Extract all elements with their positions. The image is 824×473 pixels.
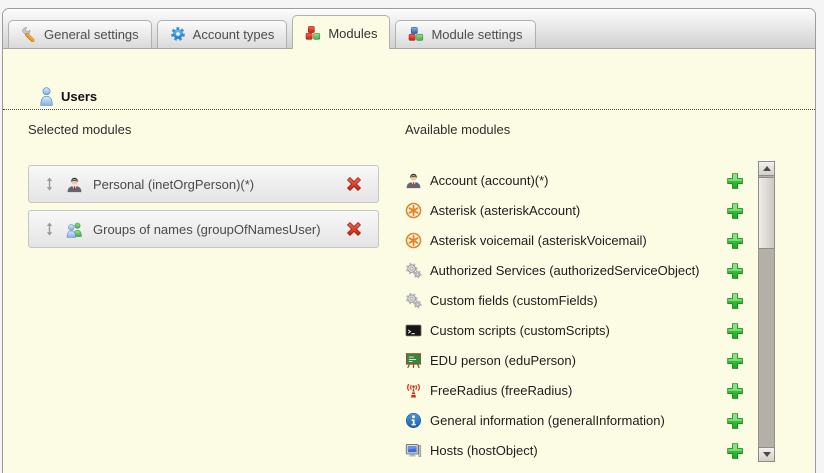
available-module-label: Authorized Services (authorizedServiceOb… [430, 263, 700, 278]
remove-module-button[interactable] [345, 220, 363, 238]
add-module-button[interactable] [725, 201, 744, 220]
add-plus-icon [725, 231, 744, 250]
available-module-row[interactable]: Asterisk (asteriskAccount) [405, 195, 757, 225]
available-module-label: FreeRadius (freeRadius) [430, 383, 572, 398]
asterisk-icon [405, 232, 422, 249]
add-module-button[interactable] [725, 171, 744, 190]
asterisk-icon [405, 202, 422, 219]
triangle-up-icon [763, 166, 771, 171]
add-module-button[interactable] [725, 261, 744, 280]
modules-icon [305, 25, 321, 41]
available-module-row[interactable]: FreeRadius (freeRadius) [405, 375, 757, 405]
add-module-button[interactable] [725, 381, 744, 400]
available-module-row[interactable]: Asterisk voicemail (asteriskVoicemail) [405, 225, 757, 255]
tab-label: Modules [328, 26, 377, 41]
scroll-up-button[interactable] [758, 161, 775, 176]
scrollbar-track[interactable] [758, 176, 775, 447]
available-module-label: Asterisk (asteriskAccount) [430, 203, 580, 218]
terminal-icon [405, 322, 422, 339]
available-list-scrollbar[interactable] [758, 161, 775, 462]
available-module-label: EDU person (eduPerson) [430, 353, 576, 368]
gear-icon [170, 26, 186, 42]
available-module-row[interactable]: Custom scripts (customScripts) [405, 315, 757, 345]
selected-module-row[interactable]: Groups of names (groupOfNamesUser) [28, 210, 379, 248]
wrench-icon [21, 26, 37, 42]
tab-label: Account types [193, 27, 275, 42]
add-module-button[interactable] [725, 441, 744, 460]
add-plus-icon [725, 381, 744, 400]
tab-label: General settings [44, 27, 139, 42]
add-plus-icon [725, 351, 744, 370]
available-module-row[interactable]: General information (generalInformation) [405, 405, 757, 435]
available-module-label: General information (generalInformation) [430, 413, 665, 428]
host-icon [405, 442, 422, 459]
available-modules-label: Available modules [405, 122, 510, 137]
radio-icon [405, 382, 422, 399]
add-plus-icon [725, 201, 744, 220]
blackboard-icon [405, 352, 422, 369]
remove-module-button[interactable] [345, 175, 363, 193]
section-title: Users [61, 89, 97, 104]
group-icon [66, 221, 83, 238]
drag-arrows-icon[interactable] [45, 177, 54, 191]
scrollbar-thumb[interactable] [758, 177, 775, 249]
add-plus-icon [725, 441, 744, 460]
configuration-panel: General settings Account types Modules M… [2, 8, 816, 473]
add-plus-icon [725, 261, 744, 280]
tab-account-types[interactable]: Account types [157, 20, 288, 48]
tab-label: Module settings [431, 27, 522, 42]
add-module-button[interactable] [725, 351, 744, 370]
available-module-row[interactable]: Hosts (hostObject) [405, 435, 757, 465]
info-icon [405, 412, 422, 429]
users-section-heading: Users [3, 86, 815, 110]
add-plus-icon [725, 291, 744, 310]
user-icon [39, 87, 54, 106]
triangle-down-icon [763, 452, 771, 457]
selected-modules-label: Selected modules [28, 122, 131, 137]
remove-x-icon [345, 175, 363, 193]
tab-modules[interactable]: Modules [292, 15, 390, 49]
available-module-label: Asterisk voicemail (asteriskVoicemail) [430, 233, 647, 248]
remove-x-icon [345, 220, 363, 238]
available-module-row[interactable]: Custom fields (customFields) [405, 285, 757, 315]
selected-module-label: Groups of names (groupOfNamesUser) [93, 222, 321, 237]
module-settings-icon [408, 26, 424, 42]
scroll-down-button[interactable] [758, 447, 775, 462]
tab-bar: General settings Account types Modules M… [3, 9, 815, 49]
available-module-row[interactable]: Authorized Services (authorizedServiceOb… [405, 255, 757, 285]
add-plus-icon [725, 411, 744, 430]
person-icon [66, 176, 83, 193]
add-module-button[interactable] [725, 321, 744, 340]
available-module-label: Custom fields (customFields) [430, 293, 598, 308]
page: General settings Account types Modules M… [0, 0, 824, 473]
selected-module-label: Personal (inetOrgPerson)(*) [93, 177, 254, 192]
add-module-button[interactable] [725, 291, 744, 310]
gears-icon [405, 262, 422, 279]
add-plus-icon [725, 171, 744, 190]
available-module-row[interactable]: EDU person (eduPerson) [405, 345, 757, 375]
tab-general-settings[interactable]: General settings [8, 20, 152, 48]
available-module-row[interactable]: Account (account)(*) [405, 165, 757, 195]
drag-arrows-icon[interactable] [45, 222, 54, 236]
available-module-label: Account (account)(*) [430, 173, 549, 188]
add-module-button[interactable] [725, 411, 744, 430]
selected-module-row[interactable]: Personal (inetOrgPerson)(*) [28, 165, 379, 203]
gears-icon [405, 292, 422, 309]
tab-module-settings[interactable]: Module settings [395, 20, 535, 48]
add-plus-icon [725, 321, 744, 340]
available-module-label: Custom scripts (customScripts) [430, 323, 610, 338]
add-module-button[interactable] [725, 231, 744, 250]
person-icon [405, 172, 422, 189]
available-module-label: Hosts (hostObject) [430, 443, 538, 458]
